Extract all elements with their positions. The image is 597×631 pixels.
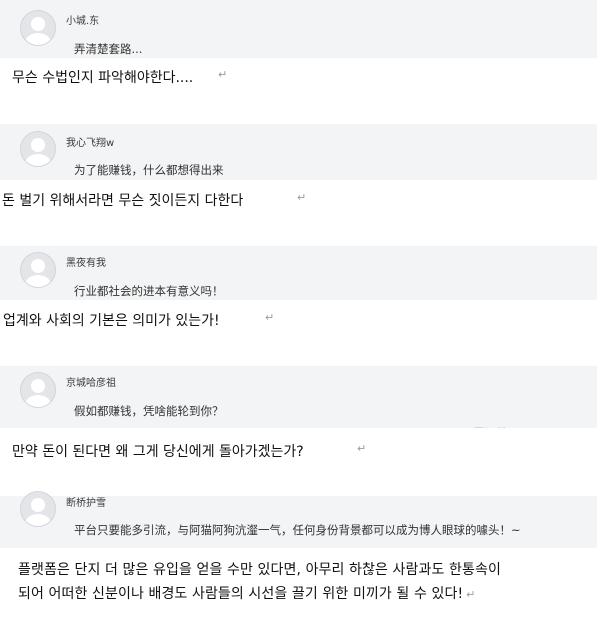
avatar-icon[interactable] — [20, 372, 56, 408]
comment-username[interactable]: 京城哈彦祖 — [66, 374, 116, 389]
comment-text: 平台只要能多引流，与阿猫阿狗沆瀣一气，任何身份背景都可以成为博人眼球的噱头！~ — [74, 523, 521, 537]
translation-label: 무슨 수법인지 파악해야한다.... — [12, 70, 194, 86]
translation-text: 돈 벌기 위해서라면 무슨 짓이든지 다한다 ↵ — [0, 180, 585, 246]
comment-text: 弄清楚套路... — [74, 42, 143, 56]
translation-label: 돈 벌기 위해서라면 무슨 짓이든지 다한다 — [2, 193, 244, 209]
avatar-icon[interactable] — [20, 491, 56, 527]
translation-label: 만약 돈이 된다면 왜 그게 당신에게 돌아가겠는가? — [12, 444, 304, 460]
avatar-icon[interactable] — [20, 252, 56, 288]
comment-username[interactable]: 小城.东 — [66, 12, 99, 27]
translation-paragraph-line2-text: 되어 어떠한 신분이나 배경도 사람들의 시선을 끌기 위한 미끼가 될 수 있… — [18, 586, 464, 602]
return-mark: ↵ — [357, 442, 367, 455]
translation-text: 업계와 사회의 기본은 의미가 있는가! ↵ — [0, 300, 585, 366]
return-mark: ↵ — [265, 311, 275, 324]
avatar-icon[interactable] — [20, 131, 56, 167]
return-mark: ↵ — [466, 588, 476, 601]
translation-paragraph-line2: 되어 어떠한 신분이나 배경도 사람들의 시선을 끌기 위한 미끼가 될 수 있… — [18, 583, 476, 603]
return-mark: ↵ — [297, 191, 307, 204]
comment-username[interactable]: 我心飞翔w — [66, 134, 114, 149]
return-mark: ↵ — [218, 68, 228, 81]
translation-paragraph-line1: 플랫폼은 단지 더 많은 유입을 얻을 수만 있다면, 아무리 하찮은 사람과도… — [18, 562, 501, 578]
comment-text: 假如都赚钱，凭啥能轮到你？ — [74, 404, 224, 418]
translation-label: 업계와 사회의 기본은 의미가 있는가! — [3, 313, 220, 329]
translation-text: 무슨 수법인지 파악해야한다.... ↵ — [0, 58, 567, 124]
comment-text: 为了能赚钱，什么都想得出来 — [74, 163, 224, 177]
translation-text: 만약 돈이 된다면 왜 그게 당신에게 돌아가겠는가? ↵ — [0, 428, 585, 496]
comment-text: 行业都社会的进本有意义吗！ — [74, 284, 224, 298]
comment-username[interactable]: 断桥护雪 — [66, 494, 106, 509]
comment-username[interactable]: 黑夜有我 — [66, 254, 106, 269]
avatar-icon[interactable] — [20, 10, 56, 46]
